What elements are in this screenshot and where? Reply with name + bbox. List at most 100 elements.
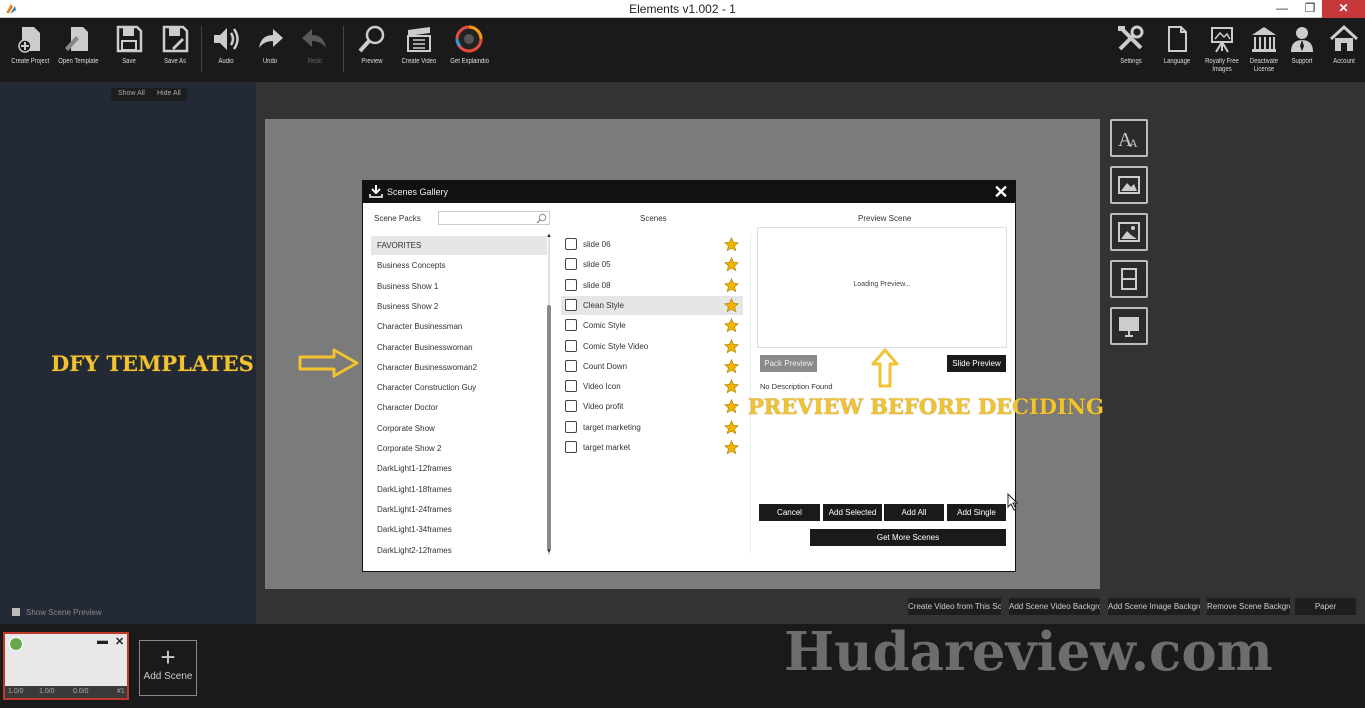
support-button[interactable]: Support [1280,24,1324,66]
pack-preview-button[interactable]: Pack Preview [760,355,817,372]
create-video-button[interactable]: Create Video [397,24,441,66]
close-window-button[interactable]: ✕ [1322,0,1365,18]
scene-pack-item[interactable]: DarkLight1-18frames [371,480,547,499]
scene-checkbox[interactable] [565,359,577,372]
add-single-button[interactable]: Add Single [947,504,1006,521]
dialog-title: Scenes Gallery [387,187,449,197]
scene-window-icon[interactable]: ▬ [97,635,108,647]
scrollbar-thumb[interactable] [547,305,551,551]
pack-search-input[interactable] [438,211,550,225]
scene-pack-item[interactable]: DarkLight1-34frames [371,520,547,539]
video-tool-button[interactable] [1110,260,1148,298]
audio-button[interactable]: Audio [204,24,248,66]
favorite-star-icon[interactable] [724,257,739,272]
scene-pack-item[interactable]: Character Businesswoman2 [371,358,547,377]
favorite-star-icon[interactable] [724,338,739,354]
scene-list-item[interactable]: target market [561,438,743,457]
scene-pack-item[interactable]: Corporate Show 2 [371,439,547,458]
paper-button[interactable]: Paper [1295,598,1356,615]
scene-list-item[interactable]: Comic Style Video [561,337,743,356]
delete-scene-icon[interactable]: ✕ [115,635,124,648]
add-scene-video-background-button[interactable]: Add Scene Video Background [1009,598,1100,615]
save-as-button[interactable]: Save As [153,24,197,66]
scene-pack-item[interactable]: Character Businessman [371,317,547,336]
favorite-star-icon[interactable] [724,379,739,394]
open-template-button[interactable]: Open Template [55,24,99,66]
slide-preview-button[interactable]: Slide Preview [947,355,1006,372]
favorite-star-icon[interactable] [724,358,739,374]
add-all-button[interactable]: Add All [884,504,944,521]
scene-checkbox[interactable] [565,380,577,393]
scene-checkbox[interactable] [565,298,577,311]
scene-checkbox[interactable] [565,339,577,352]
scene-list-item[interactable]: Clean Style [561,295,743,315]
show-all-button[interactable]: Show All [118,90,145,97]
scene-pack-item[interactable]: Business Show 1 [371,277,547,296]
restore-button[interactable]: ❐ [1296,0,1324,18]
save-button[interactable]: Save [107,24,151,66]
language-button[interactable]: Language [1155,24,1199,66]
redo-button[interactable]: Redo [293,24,337,66]
scene-selected-check-icon[interactable] [9,637,23,651]
cancel-button[interactable]: Cancel [759,504,820,521]
scene-checkbox[interactable] [565,238,577,250]
scene-checkbox[interactable] [565,400,577,413]
favorite-star-icon[interactable] [724,399,739,414]
create-project-button[interactable]: Create Project [8,24,52,66]
scene-list-item[interactable]: Comic Style [561,316,743,335]
scene-pack-item[interactable]: FAVORITES [371,236,547,255]
preview-button[interactable]: Preview [350,24,394,66]
show-scene-preview-checkbox[interactable] [12,608,20,616]
scene-pack-item[interactable]: DarkLight1-24frames [371,500,547,519]
minimize-button[interactable]: — [1268,0,1296,18]
favorite-star-icon[interactable] [724,297,739,313]
get-explaindio-button[interactable]: Get Explaindio [447,24,491,66]
scene-checkbox[interactable] [565,441,577,453]
scene-list-item[interactable]: slide 08 [561,276,743,295]
hide-all-button[interactable]: Hide All [157,90,181,97]
scene-pack-item[interactable]: DarkLight2-12frames [371,541,547,560]
undo-button[interactable]: Undo [248,24,292,66]
add-selected-button[interactable]: Add Selected [823,504,882,521]
scene-list-item[interactable]: Count Down [561,357,743,376]
scene-list-item[interactable]: target marketing [561,418,743,437]
scene-pack-item[interactable]: Character Construction Guy [371,378,547,397]
scene-pack-item[interactable]: Character Doctor [371,398,547,417]
close-dialog-button[interactable]: ✕ [991,182,1011,202]
scene-list-item[interactable]: Video Icon [561,377,743,396]
scene-checkbox[interactable] [565,319,577,332]
add-scene-button[interactable]: + Add Scene [139,640,197,696]
scene-checkbox[interactable] [565,278,577,291]
account-button[interactable]: Account [1322,24,1365,66]
scene-list-item[interactable]: slide 05 [561,255,743,274]
slide-tool-button[interactable] [1110,307,1148,345]
scroll-up-icon[interactable]: ▲ [546,233,552,239]
create-video-from-scene-button[interactable]: Create Video from This Scene [908,598,1001,615]
favorite-star-icon[interactable] [724,419,739,435]
favorite-star-icon[interactable] [724,318,739,333]
scene-list-item[interactable]: slide 06 [561,235,743,254]
settings-button[interactable]: Settings [1109,24,1153,66]
scene-pack-item[interactable]: Business Show 2 [371,297,547,316]
scene-pack-item[interactable]: DarkLight1-12frames [371,459,547,478]
text-tool-button[interactable]: AA [1110,119,1148,157]
scene-pack-item[interactable]: Corporate Show [371,419,547,438]
scene-pack-item[interactable]: Character Businesswoman [371,338,547,357]
scroll-down-icon[interactable]: ▼ [546,549,552,555]
royalty-free-images-button[interactable]: Royalty Free Images [1200,24,1244,74]
scene-checkbox[interactable] [565,420,577,433]
scene-list-item[interactable]: Video profit [561,397,743,416]
get-more-scenes-button[interactable]: Get More Scenes [810,529,1006,546]
scene-checkbox[interactable] [565,258,577,271]
show-scene-preview-toggle[interactable]: Show Scene Preview [12,608,102,617]
remove-scene-background-button[interactable]: Remove Scene Background [1207,598,1290,615]
favorite-star-icon[interactable] [724,277,739,293]
pack-list-scrollbar[interactable]: ▲ ▼ [546,233,552,555]
add-scene-image-background-button[interactable]: Add Scene Image Background [1108,598,1200,615]
picture-tool-button[interactable] [1110,213,1148,251]
favorite-star-icon[interactable] [724,237,739,252]
favorite-star-icon[interactable] [724,440,739,455]
scene-thumbnail[interactable]: ▬ ✕ 1.0/0 1.0/0 0.0/0 #1 [3,632,129,700]
image-tool-button[interactable] [1110,166,1148,204]
scene-pack-item[interactable]: Business Concepts [371,256,547,275]
